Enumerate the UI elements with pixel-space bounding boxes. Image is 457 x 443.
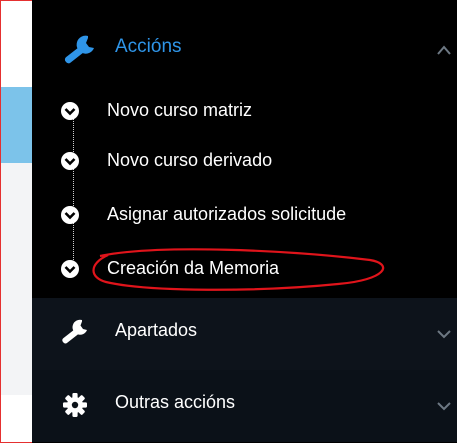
gear-icon: [63, 393, 87, 417]
menu-header-accions[interactable]: Accións: [32, 0, 457, 96]
chevron-down-icon[interactable]: [436, 328, 452, 340]
menu-section-label: Outras accións: [115, 392, 236, 412]
page-left-strip: [1, 1, 33, 442]
submenu-item-creacion-memoria[interactable]: Creación da Memoria: [32, 250, 457, 290]
menu-section-outras-accions[interactable]: Outras accións: [32, 370, 457, 442]
submenu-item-label: Novo curso matriz: [107, 100, 253, 120]
chevron-circle-icon: [61, 102, 79, 120]
wrench-icon: [64, 35, 94, 64]
menu-header-title: Accións: [115, 36, 182, 57]
submenu-item-asignar-autorizados[interactable]: Asignar autorizados solicitude: [32, 196, 457, 236]
submenu-item-novo-curso-derivado[interactable]: Novo curso derivado: [32, 142, 457, 182]
menu-section-accions: Accións Novo curso matriz Novo curso der…: [32, 0, 457, 298]
submenu-item-label: Novo curso derivado: [107, 150, 273, 170]
chevron-circle-icon: [61, 206, 79, 224]
submenu-item-label: Creación da Memoria: [107, 258, 280, 278]
left-highlight-band: [1, 87, 33, 163]
chevron-up-icon[interactable]: [436, 44, 452, 56]
submenu-item-novo-curso-matriz[interactable]: Novo curso matriz: [32, 92, 457, 132]
menu-section-label: Apartados: [115, 320, 198, 340]
side-menu: Accións Novo curso matriz Novo curso der…: [32, 0, 457, 443]
left-white-band: [1, 395, 33, 442]
chevron-circle-icon: [61, 152, 79, 170]
left-gray-band: [1, 163, 33, 395]
wrench-icon: [62, 319, 87, 344]
submenu-item-label: Asignar autorizados solicitude: [107, 204, 347, 224]
menu-section-apartados[interactable]: Apartados: [32, 298, 457, 370]
chevron-down-icon[interactable]: [436, 400, 452, 412]
chevron-circle-icon: [61, 260, 79, 278]
